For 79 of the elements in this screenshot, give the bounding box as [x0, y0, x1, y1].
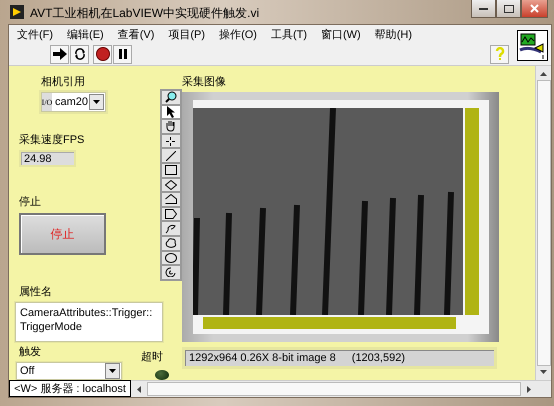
window-title: AVT工业相机在LabVIEW中实现硬件触发.vi — [30, 5, 260, 22]
attribute-name-field[interactable]: CameraAttributes::Trigger::TriggerMode — [15, 302, 163, 342]
image-info: 1292x964 0.26X 8-bit image 8 — [189, 352, 336, 364]
maximize-icon — [504, 4, 514, 12]
server-status: <W> 服务器 : localhost — [9, 380, 131, 397]
dropdown-button[interactable] — [89, 94, 104, 110]
oval-icon — [164, 252, 176, 263]
menu-item[interactable]: 文件(F) — [11, 26, 62, 42]
scroll-down-icon — [540, 370, 547, 374]
freehand-icon — [164, 224, 176, 234]
diamond-icon — [164, 180, 176, 190]
cursor-coordinates: (1203,592) — [352, 352, 405, 364]
stop-icon — [96, 47, 110, 61]
dropdown-button[interactable] — [105, 363, 120, 380]
tool-button[interactable] — [160, 236, 180, 251]
menu-item[interactable]: 项目(P) — [162, 26, 214, 42]
freeform-icon — [164, 238, 176, 248]
camera-select[interactable]: I/O cam20 — [41, 92, 106, 112]
minimize-button[interactable] — [471, 0, 496, 18]
crosshair-icon — [166, 136, 175, 146]
tool-button[interactable] — [160, 178, 180, 192]
tool-button[interactable] — [160, 192, 180, 207]
stop-label: 停止 — [19, 195, 41, 210]
tool-button[interactable] — [160, 221, 180, 236]
tool-button[interactable] — [160, 104, 180, 120]
tool-button[interactable] — [160, 90, 180, 105]
annulus-icon — [165, 267, 176, 278]
io-tag: I/O — [42, 93, 52, 111]
tool-button[interactable] — [160, 206, 180, 222]
fps-label: 采集速度FPS — [19, 132, 84, 147]
tool-button[interactable] — [160, 162, 180, 178]
dropdown-arrow-icon — [93, 100, 100, 104]
scroll-right-icon — [527, 386, 531, 392]
maximize-button[interactable] — [496, 0, 521, 18]
polyline-icon — [164, 194, 176, 204]
run-button[interactable] — [50, 44, 69, 64]
run-continuously-button[interactable] — [70, 44, 89, 64]
abort-button[interactable] — [93, 44, 112, 64]
hand-icon — [165, 120, 176, 132]
menu-item[interactable]: 工具(T) — [264, 26, 315, 42]
tool-button[interactable] — [160, 148, 180, 163]
tool-button[interactable] — [160, 265, 180, 280]
tool-button[interactable] — [160, 134, 180, 148]
tool-button[interactable] — [160, 119, 180, 134]
pause-button[interactable] — [113, 44, 132, 64]
camera-reference-label: 相机引用 — [41, 75, 85, 89]
line-icon — [166, 150, 176, 161]
vertical-scrollbar[interactable] — [535, 66, 551, 380]
polygon-icon — [164, 209, 176, 220]
question-mark-icon — [494, 47, 504, 61]
horizontal-scrollbar[interactable] — [202, 317, 456, 329]
scroll-left-icon — [137, 386, 141, 392]
close-button[interactable] — [521, 0, 548, 18]
menu-item[interactable]: 编辑(E) — [61, 26, 112, 42]
horizontal-scrollbar[interactable] — [131, 380, 551, 397]
fps-field: 24.98 — [19, 150, 76, 168]
app-icon — [10, 5, 24, 19]
vertical-scrollbar[interactable] — [464, 108, 478, 315]
image-label: 采集图像 — [182, 75, 226, 89]
zoom-icon — [164, 91, 176, 104]
menu-item[interactable]: 帮助(H) — [368, 26, 420, 42]
scroll-up-icon — [540, 72, 547, 76]
pointer-icon — [166, 106, 175, 118]
menu-item[interactable]: 查看(V) — [112, 26, 162, 42]
trigger-label: 触发 — [19, 345, 41, 360]
arrow-icon — [52, 48, 66, 60]
minimize-icon — [479, 7, 488, 10]
menu-item[interactable]: 窗口(W) — [315, 26, 369, 42]
pause-icon — [118, 49, 126, 59]
menu-item[interactable]: 操作(O) — [213, 26, 265, 42]
trigger-select[interactable]: Off — [16, 362, 122, 380]
attribute-name-label: 属性名 — [19, 284, 52, 299]
rectangle-icon — [164, 165, 176, 176]
close-icon — [530, 4, 539, 13]
timeout-label: 超时 — [141, 350, 163, 364]
circular-arrows-icon — [72, 47, 86, 61]
tool-button[interactable] — [160, 250, 180, 266]
vi-icon — [517, 30, 548, 61]
dropdown-arrow-icon — [109, 369, 116, 374]
